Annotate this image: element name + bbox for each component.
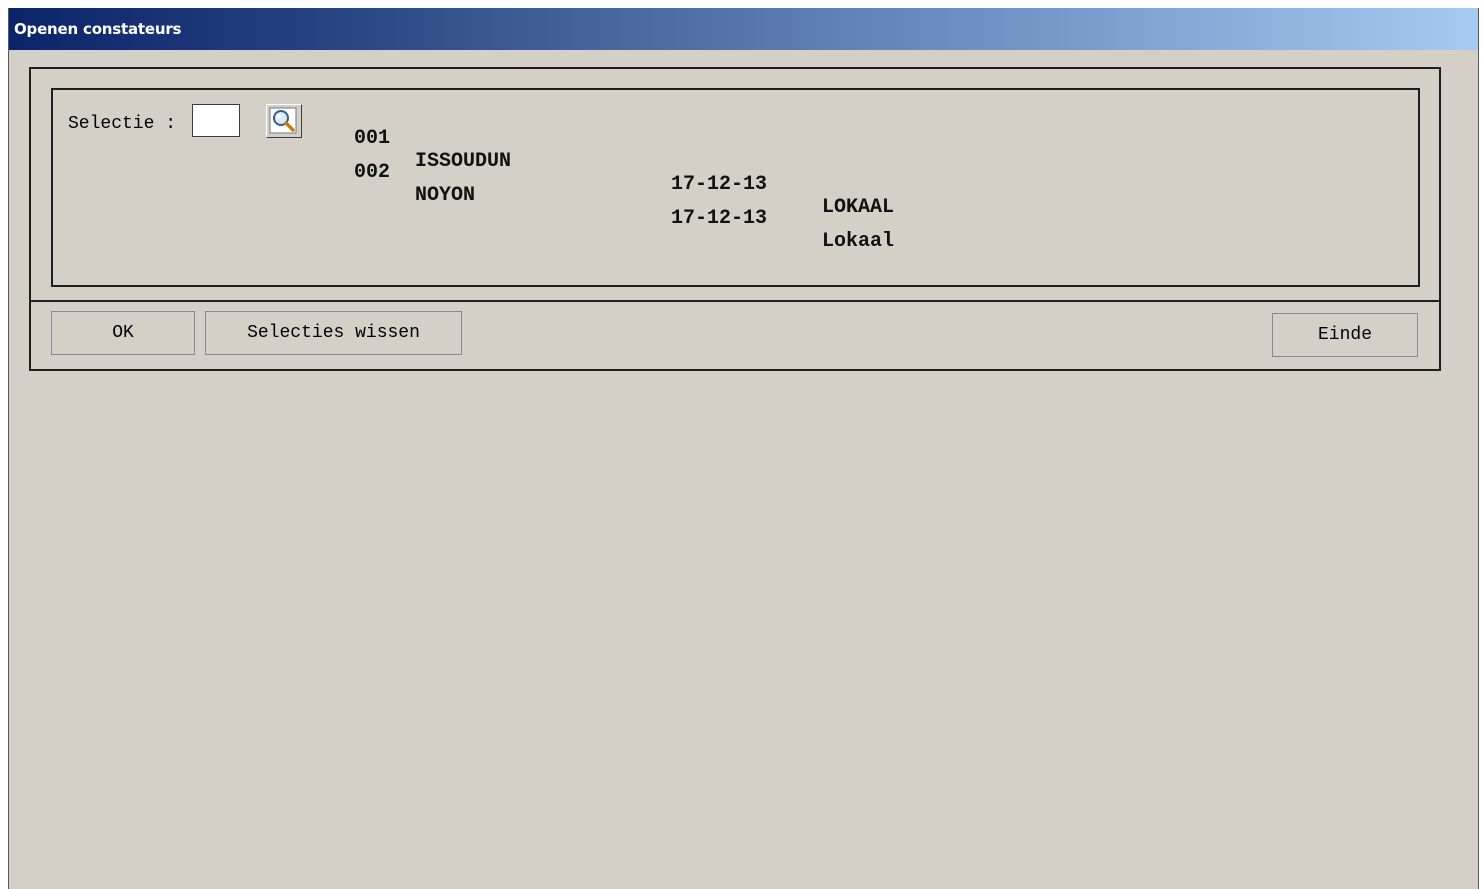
- item-date: 17-12-13: [671, 207, 768, 230]
- item-type: LOKAAL: [822, 196, 895, 219]
- item-code: 002: [354, 161, 391, 184]
- selection-input[interactable]: [192, 104, 240, 137]
- item-date: 17-12-13: [671, 173, 768, 196]
- window-title: Openen constateurs: [14, 20, 182, 38]
- item-name: NOYON: [415, 184, 476, 207]
- dialog-window: Openen constateurs Selectie : 001 ISSOUD…: [8, 8, 1479, 889]
- exit-button[interactable]: Einde: [1272, 313, 1418, 357]
- frame-divider: [29, 300, 1441, 302]
- list-item[interactable]: 001 ISSOUDUN 17-12-13 LOKAAL: [354, 104, 894, 219]
- search-button[interactable]: [266, 104, 302, 138]
- magnifier-icon: [269, 107, 297, 134]
- item-name: ISSOUDUN: [415, 150, 512, 173]
- item-type: Lokaal: [822, 230, 895, 253]
- ok-button[interactable]: OK: [51, 311, 195, 355]
- clear-selections-button[interactable]: Selecties wissen: [205, 311, 462, 355]
- selection-label: Selectie :: [68, 114, 177, 134]
- list-item[interactable]: 002 NOYON 17-12-13 Lokaal: [354, 138, 894, 253]
- title-bar[interactable]: Openen constateurs: [9, 8, 1478, 50]
